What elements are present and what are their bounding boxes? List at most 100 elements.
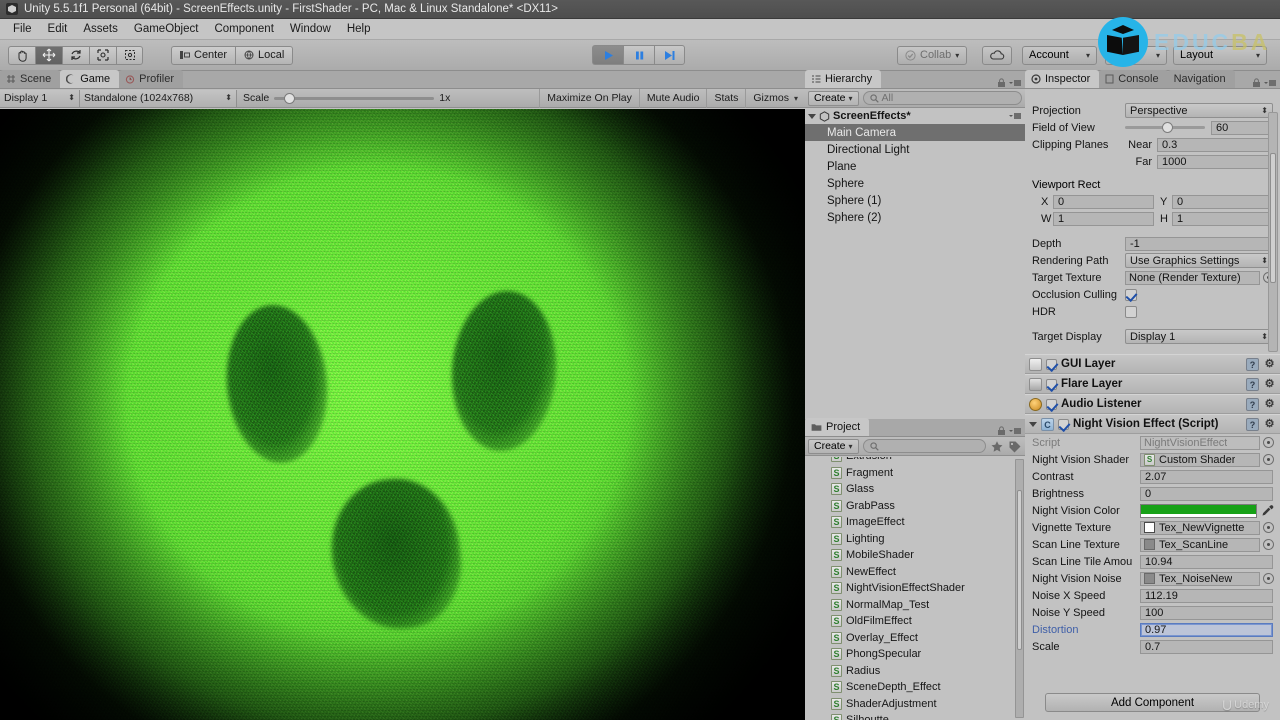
project-item[interactable]: S GrabPass	[805, 498, 1025, 515]
hierarchy-item-plane[interactable]: Plane	[805, 158, 1025, 175]
pivot-mode-button[interactable]: Center	[171, 45, 236, 65]
scan-line-texture-field[interactable]: Tex_ScanLine	[1140, 537, 1260, 552]
project-scrollbar[interactable]	[1015, 459, 1024, 718]
gear-icon[interactable]: ⚙	[1263, 398, 1276, 411]
project-item[interactable]: S Overlay_Effect	[805, 630, 1025, 647]
night-vision-noise-field[interactable]: Tex_NoiseNew	[1140, 571, 1260, 586]
tab-inspector[interactable]: Inspector	[1025, 70, 1100, 88]
tab-hierarchy[interactable]: Hierarchy	[805, 70, 882, 88]
project-item[interactable]: S Lighting	[805, 531, 1025, 548]
project-asset-list[interactable]: S Extrusion S Fragment S Glass S GrabPas…	[805, 457, 1025, 720]
lock-icon[interactable]	[997, 78, 1006, 88]
brightness-input[interactable]: 0	[1140, 486, 1273, 501]
project-item[interactable]: S PhongSpecular	[805, 646, 1025, 663]
component-header-flare-layer[interactable]: Flare Layer ? ⚙	[1025, 374, 1280, 394]
scale-slider-knob[interactable]	[284, 92, 296, 104]
panel-menu-icon[interactable]	[1009, 426, 1021, 436]
panel-menu-icon[interactable]	[1264, 78, 1276, 88]
menu-edit[interactable]: Edit	[40, 21, 76, 37]
project-item[interactable]: S Fragment	[805, 465, 1025, 482]
scanline-picker-icon[interactable]	[1263, 539, 1274, 550]
resolution-dropdown[interactable]: Standalone (1024x768) ⬍	[80, 89, 237, 107]
add-component-button[interactable]: Add Component	[1045, 693, 1260, 712]
lock-icon[interactable]	[997, 426, 1006, 436]
noise-y-speed-input[interactable]: 100	[1140, 605, 1273, 620]
flare-layer-enabled-checkbox[interactable]	[1046, 378, 1057, 390]
project-scrollbar-thumb[interactable]	[1017, 490, 1022, 650]
panel-menu-icon[interactable]	[1009, 78, 1021, 88]
help-icon[interactable]: ?	[1246, 397, 1259, 411]
menu-gameobject[interactable]: GameObject	[126, 21, 207, 37]
help-icon[interactable]: ?	[1246, 417, 1259, 431]
hdr-checkbox[interactable]	[1125, 305, 1137, 318]
inspector-scrollbar[interactable]	[1268, 112, 1278, 352]
audio-listener-enabled-checkbox[interactable]	[1046, 398, 1057, 410]
shader-picker-icon[interactable]	[1263, 454, 1274, 465]
tab-profiler[interactable]: Profiler	[119, 70, 184, 88]
menu-component[interactable]: Component	[206, 21, 281, 37]
project-item[interactable]: S NewEffect	[805, 564, 1025, 581]
scale-slider[interactable]	[274, 92, 435, 104]
night-vision-color-swatch[interactable]	[1140, 503, 1257, 518]
project-create-button[interactable]: Create ▾	[808, 438, 859, 454]
field-of-view-input[interactable]: 60	[1211, 120, 1273, 135]
tab-project[interactable]: Project	[805, 418, 870, 436]
gui-layer-enabled-checkbox[interactable]	[1046, 358, 1057, 370]
menu-help[interactable]: Help	[339, 21, 379, 37]
component-header-night-vision-effect[interactable]: C Night Vision Effect (Script) ? ⚙	[1025, 414, 1280, 434]
vignette-picker-icon[interactable]	[1263, 522, 1274, 533]
viewport-x-input[interactable]: 0	[1053, 194, 1154, 209]
component-header-audio-listener[interactable]: Audio Listener ? ⚙	[1025, 394, 1280, 414]
component-header-gui-layer[interactable]: GUI Layer ? ⚙	[1025, 354, 1280, 374]
hierarchy-item-sphere-2[interactable]: Sphere (2)	[805, 209, 1025, 226]
play-button[interactable]	[592, 45, 623, 65]
help-icon[interactable]: ?	[1246, 377, 1259, 391]
field-of-view-knob[interactable]	[1161, 122, 1173, 133]
viewport-w-input[interactable]: 1	[1053, 211, 1154, 226]
gizmos-dropdown[interactable]: Gizmos ▾	[745, 88, 805, 108]
gear-icon[interactable]: ⚙	[1263, 358, 1276, 371]
tab-game[interactable]: Game	[60, 70, 120, 88]
project-item[interactable]: S MobileShader	[805, 547, 1025, 564]
target-texture-field[interactable]: None (Render Texture)	[1125, 270, 1260, 285]
hierarchy-item-sphere-1[interactable]: Sphere (1)	[805, 192, 1025, 209]
viewport-h-input[interactable]: 1	[1172, 211, 1273, 226]
project-item[interactable]: S OldFilmEffect	[805, 613, 1025, 630]
hierarchy-item-directional-light[interactable]: Directional Light	[805, 141, 1025, 158]
vignette-texture-field[interactable]: Tex_NewVignette	[1140, 520, 1260, 535]
near-input[interactable]: 0.3	[1157, 137, 1273, 152]
maximize-on-play-toggle[interactable]: Maximize On Play	[539, 88, 639, 108]
tab-scene[interactable]: Scene	[0, 70, 61, 88]
project-search-input[interactable]	[862, 439, 986, 453]
inspector-scrollbar-thumb[interactable]	[1270, 153, 1276, 283]
gear-icon[interactable]: ⚙	[1263, 378, 1276, 391]
eyedropper-icon[interactable]	[1261, 504, 1274, 517]
expand-arrow-icon[interactable]	[808, 113, 816, 119]
layout-dropdown[interactable]: Layout ▾	[1173, 45, 1267, 65]
depth-input[interactable]: -1	[1125, 236, 1273, 251]
favorite-icon[interactable]	[990, 440, 1004, 453]
noise-x-speed-input[interactable]: 112.19	[1140, 588, 1273, 603]
field-of-view-slider[interactable]	[1125, 122, 1205, 133]
noise-picker-icon[interactable]	[1263, 573, 1274, 584]
space-mode-button[interactable]: Local	[235, 45, 294, 65]
distortion-input[interactable]: 0.97	[1140, 622, 1273, 637]
night-vision-shader-field[interactable]: S Custom Shader	[1140, 452, 1260, 467]
collab-button[interactable]: Collab ▾	[897, 45, 968, 65]
pause-button[interactable]	[623, 45, 654, 65]
hierarchy-item-main-camera[interactable]: Main Camera	[805, 124, 1025, 141]
rect-tool-button[interactable]	[116, 45, 143, 65]
step-button[interactable]	[654, 45, 685, 65]
project-item[interactable]: S ImageEffect	[805, 514, 1025, 531]
hierarchy-create-button[interactable]: Create ▾	[808, 90, 859, 106]
occlusion-culling-checkbox[interactable]	[1125, 288, 1137, 301]
menu-file[interactable]: File	[5, 21, 40, 37]
account-button[interactable]: Account ▾	[1022, 45, 1097, 65]
tab-console[interactable]: Console	[1099, 70, 1168, 88]
menu-window[interactable]: Window	[282, 21, 339, 37]
mute-audio-toggle[interactable]: Mute Audio	[638, 88, 707, 108]
help-icon[interactable]: ?	[1246, 357, 1259, 371]
scene-menu-icon[interactable]	[1009, 111, 1021, 121]
expand-arrow-icon[interactable]	[1029, 421, 1037, 427]
display-dropdown[interactable]: Display 1 ⬍	[0, 89, 80, 107]
